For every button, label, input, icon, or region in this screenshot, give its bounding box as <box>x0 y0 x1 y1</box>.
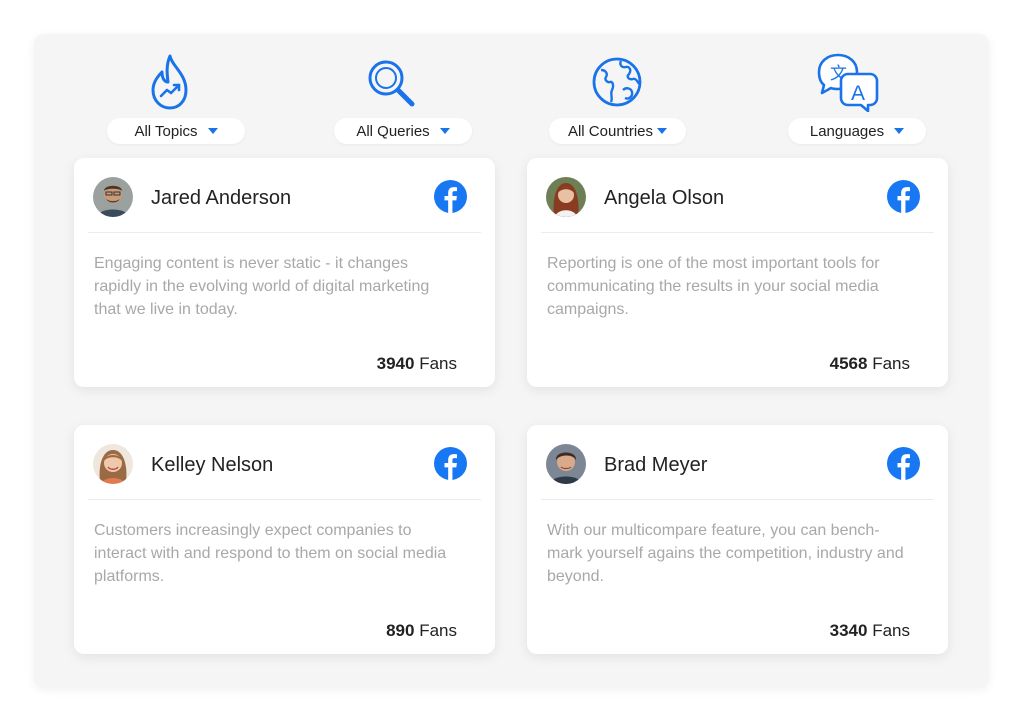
facebook-icon[interactable] <box>887 447 920 480</box>
profile-card[interactable]: Jared Anderson Engaging content is never… <box>74 158 495 387</box>
fans-label: Fans <box>872 354 910 373</box>
profile-name: Angela Olson <box>604 187 725 209</box>
profile-name: Jared Anderson <box>151 187 292 209</box>
svg-text:A: A <box>851 82 865 105</box>
profile-name: Kelley Nelson <box>151 454 274 476</box>
divider <box>541 499 934 500</box>
chevron-down-icon <box>657 128 668 134</box>
facebook-icon[interactable] <box>887 180 920 213</box>
avatar <box>93 444 133 484</box>
avatar <box>546 177 586 217</box>
profile-description: Customers increasingly expect companies … <box>94 522 447 585</box>
profile-description: With our multicompare feature, you can b… <box>547 522 904 585</box>
fans-count: 890 Fans <box>386 621 457 641</box>
chevron-down-icon <box>894 128 905 134</box>
avatar <box>93 177 133 217</box>
queries-dropdown-label: All Queries <box>356 122 430 140</box>
chevron-down-icon <box>439 128 450 134</box>
translate-icon[interactable]: 文 A <box>816 52 880 112</box>
profile-card[interactable]: Angela Olson Reporting is one of the mos… <box>527 158 948 387</box>
flame-trend-icon[interactable] <box>148 52 192 112</box>
topics-dropdown-label: All Topics <box>134 122 198 140</box>
fans-label: Fans <box>419 621 457 640</box>
globe-icon[interactable] <box>591 56 643 108</box>
profile-description: Reporting is one of the most important t… <box>547 255 880 318</box>
profile-card[interactable]: Brad Meyer With our multicompare feature… <box>527 425 948 654</box>
languages-dropdown[interactable]: Languages <box>788 118 926 144</box>
fans-number: 4568 <box>829 354 868 373</box>
fans-count: 3340 Fans <box>830 621 910 641</box>
profile-description: Engaging content is never static - it ch… <box>94 255 430 318</box>
languages-dropdown-label: Languages <box>809 122 885 140</box>
fans-number: 3940 <box>376 354 415 373</box>
facebook-icon[interactable] <box>434 447 467 480</box>
facebook-icon[interactable] <box>434 180 467 213</box>
avatar <box>546 444 586 484</box>
dashboard-panel: All Topics All Queries All Countries 文 A… <box>34 34 989 688</box>
topics-dropdown[interactable]: All Topics <box>107 118 245 144</box>
search-icon[interactable] <box>366 58 416 108</box>
profile-name: Brad Meyer <box>604 454 708 476</box>
fans-count: 4568 Fans <box>830 354 910 374</box>
fans-label: Fans <box>872 621 910 640</box>
divider <box>541 232 934 233</box>
divider <box>88 499 481 500</box>
fans-count: 3940 Fans <box>377 354 457 374</box>
profile-card[interactable]: Kelley Nelson Customers increasingly exp… <box>74 425 495 654</box>
divider <box>88 232 481 233</box>
fans-number: 3340 <box>829 621 868 640</box>
chevron-down-icon <box>207 128 218 134</box>
countries-dropdown-label: All Countries <box>567 122 654 140</box>
fans-label: Fans <box>419 354 457 373</box>
queries-dropdown[interactable]: All Queries <box>334 118 472 144</box>
countries-dropdown[interactable]: All Countries <box>549 118 686 144</box>
fans-number: 890 <box>386 621 415 640</box>
